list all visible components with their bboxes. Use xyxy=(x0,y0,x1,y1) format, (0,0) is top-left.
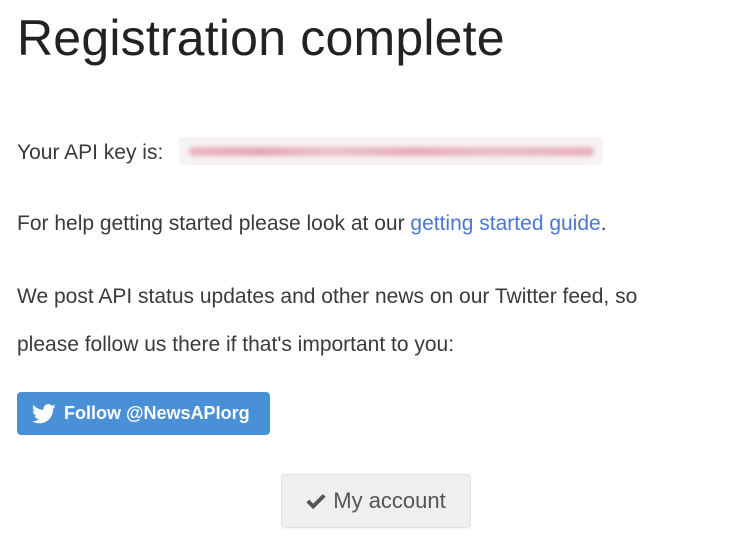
check-icon xyxy=(306,492,326,510)
getting-started-guide-link[interactable]: getting started guide xyxy=(410,212,600,235)
page-title: Registration complete xyxy=(17,10,505,66)
api-key-label: Your API key is: xyxy=(17,141,164,164)
news-text-line-2: please follow us there if that's importa… xyxy=(17,333,455,356)
help-text-prefix: For help getting started please look at … xyxy=(17,212,411,235)
api-key-line: Your API key is: xyxy=(17,137,604,167)
twitter-follow-label: Follow @NewsAPIorg xyxy=(64,403,250,423)
api-key-value[interactable] xyxy=(179,137,604,166)
help-text: For help getting started please look at … xyxy=(17,210,607,238)
twitter-bird-icon xyxy=(32,403,56,424)
twitter-follow-button[interactable]: Follow @NewsAPIorg xyxy=(17,392,270,435)
my-account-button[interactable]: My account xyxy=(281,474,471,528)
my-account-label: My account xyxy=(333,488,446,513)
news-text-line-1: We post API status updates and other new… xyxy=(17,285,638,308)
help-text-suffix: . xyxy=(600,212,607,235)
api-key-redacted xyxy=(189,147,595,157)
